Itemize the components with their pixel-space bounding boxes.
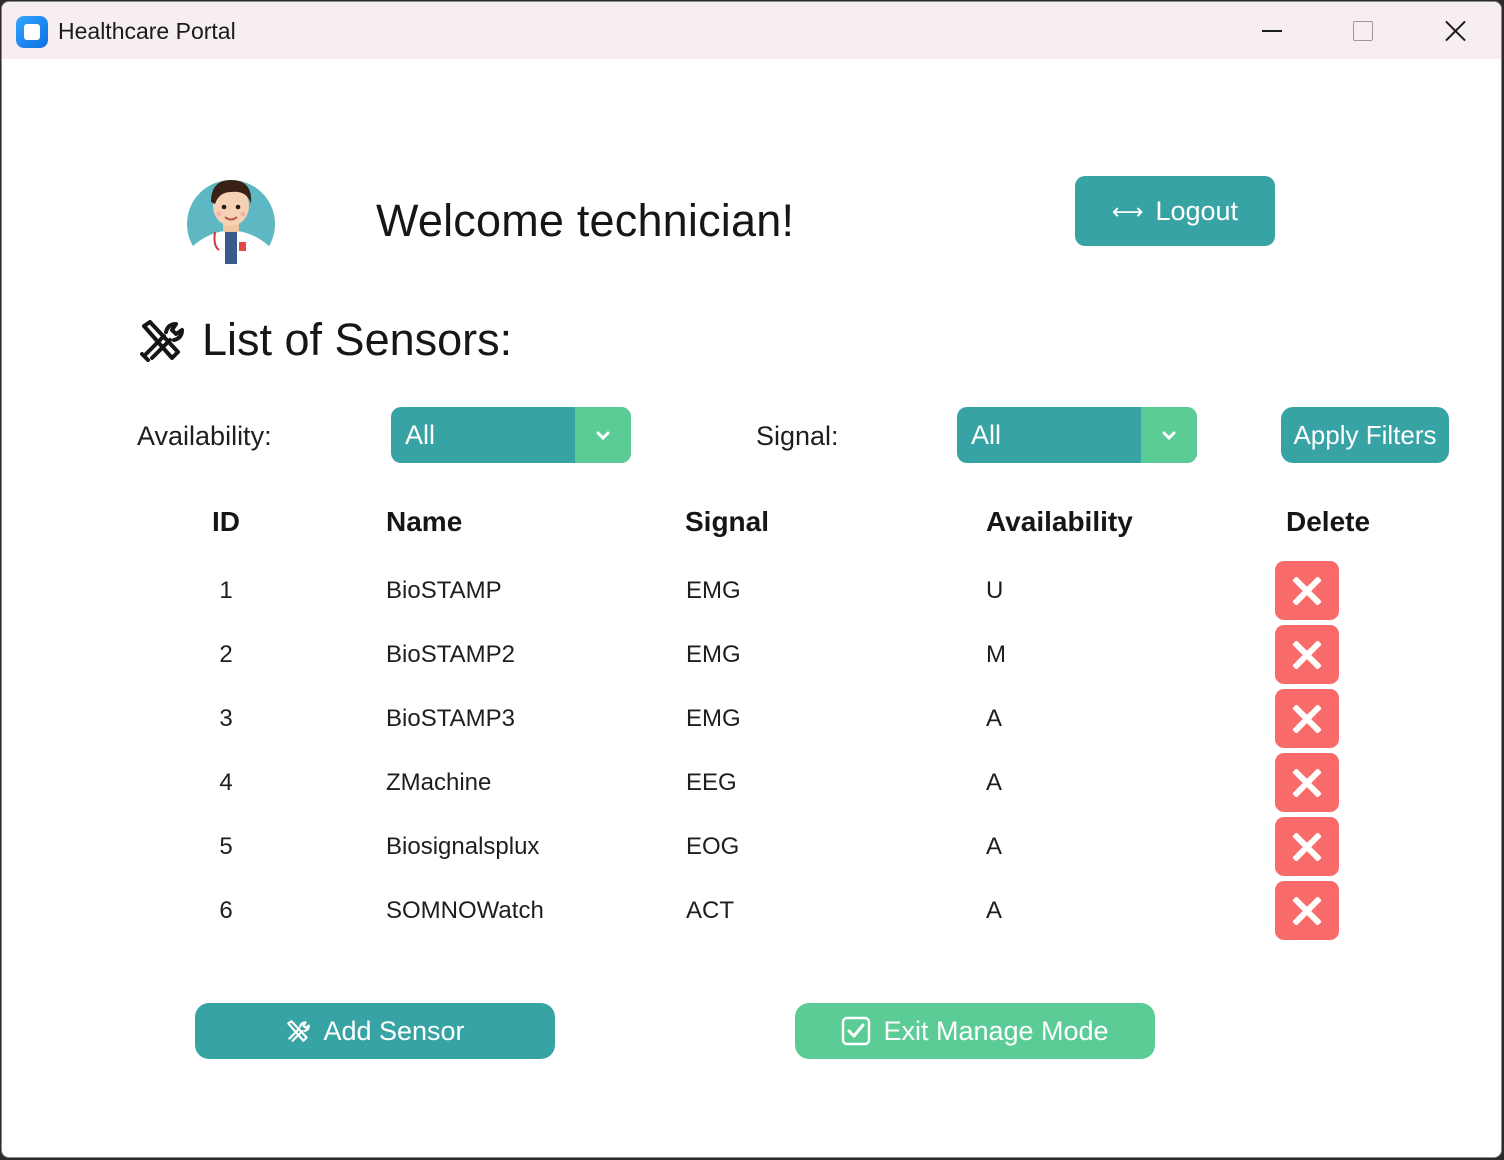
cell-signal: EEG — [686, 769, 737, 796]
cell-availability: A — [986, 833, 1003, 860]
cell-id: 2 — [219, 641, 233, 668]
cell-name: ZMachine — [386, 769, 492, 796]
column-header-name: Name — [386, 506, 463, 537]
cell-availability: A — [986, 897, 1003, 924]
signal-filter-value: All — [971, 420, 1002, 450]
availability-filter-value: All — [405, 420, 436, 450]
delete-sensor-button[interactable] — [1275, 689, 1339, 748]
cell-signal: ACT — [686, 897, 734, 924]
chevron-down-icon[interactable] — [575, 407, 631, 463]
column-header-id: ID — [212, 506, 240, 537]
cell-name: BioSTAMP3 — [386, 705, 515, 732]
checkbox-check-icon — [842, 1016, 871, 1046]
chevron-down-icon[interactable] — [1141, 407, 1197, 463]
window-title: Healthcare Portal — [58, 18, 236, 44]
signal-filter-label: Signal: — [756, 421, 839, 451]
minimize-icon[interactable] — [1250, 10, 1296, 52]
add-sensor-label: Add Sensor — [323, 1015, 465, 1046]
cell-signal: EMG — [686, 705, 741, 732]
tools-icon — [140, 320, 184, 362]
cell-id: 1 — [219, 577, 233, 604]
welcome-heading: Welcome technician! — [376, 195, 795, 246]
app-icon — [16, 16, 48, 48]
maximize-icon[interactable] — [1340, 10, 1386, 52]
title-bar: Healthcare Portal — [2, 2, 1501, 59]
delete-sensor-button[interactable] — [1275, 561, 1339, 620]
table-row: 1 BioSTAMP EMG U — [2, 561, 1501, 625]
cell-availability: M — [986, 641, 1006, 668]
close-icon[interactable] — [1432, 10, 1478, 52]
table-row: 4 ZMachine EEG A — [2, 753, 1501, 817]
cell-signal: EMG — [686, 577, 741, 604]
cell-availability: A — [986, 705, 1003, 732]
cell-availability: A — [986, 769, 1003, 796]
cell-availability: U — [986, 577, 1004, 604]
column-header-delete: Delete — [1286, 506, 1371, 537]
logout-arrow-icon: ⟷ — [1111, 199, 1144, 224]
cell-id: 4 — [219, 769, 233, 796]
cell-id: 3 — [219, 705, 233, 732]
cell-signal: EMG — [686, 641, 741, 668]
cell-name: BioSTAMP2 — [386, 641, 515, 668]
cell-signal: EOG — [686, 833, 740, 860]
exit-manage-mode-button[interactable]: Exit Manage Mode — [795, 1003, 1155, 1059]
add-sensor-button[interactable]: Add Sensor — [195, 1003, 555, 1059]
signal-filter-dropdown[interactable]: All — [957, 407, 1197, 463]
table-row: 3 BioSTAMP3 EMG A — [2, 689, 1501, 753]
table-row: 6 SOMNOWatch ACT A — [2, 881, 1501, 945]
sensors-section-title: List of Sensors: — [202, 314, 513, 365]
logout-label: Logout — [1155, 195, 1239, 226]
cell-name: SOMNOWatch — [386, 897, 544, 924]
cell-id: 6 — [219, 897, 233, 924]
cell-name: BioSTAMP — [386, 577, 502, 604]
delete-sensor-button[interactable] — [1275, 817, 1339, 876]
cell-id: 5 — [219, 833, 233, 860]
column-header-availability: Availability — [986, 506, 1133, 537]
tools-icon — [287, 1020, 311, 1042]
app-window: Healthcare Portal Welcome technician! ⟷ … — [1, 1, 1502, 1158]
table-row: 5 Biosignalsplux EOG A — [2, 817, 1501, 881]
table-row: 2 BioSTAMP2 EMG M — [2, 625, 1501, 689]
availability-filter-label: Availability: — [137, 421, 272, 451]
delete-sensor-button[interactable] — [1275, 625, 1339, 684]
delete-sensor-button[interactable] — [1275, 753, 1339, 812]
doctor-avatar-icon — [187, 180, 275, 268]
exit-manage-mode-label: Exit Manage Mode — [883, 1015, 1109, 1046]
column-header-signal: Signal — [685, 506, 770, 537]
logout-button[interactable]: ⟷ Logout — [1075, 176, 1275, 246]
availability-filter-dropdown[interactable]: All — [391, 407, 631, 463]
cell-name: Biosignalsplux — [386, 833, 540, 860]
delete-sensor-button[interactable] — [1275, 881, 1339, 940]
apply-filters-button[interactable]: Apply Filters — [1281, 407, 1449, 463]
